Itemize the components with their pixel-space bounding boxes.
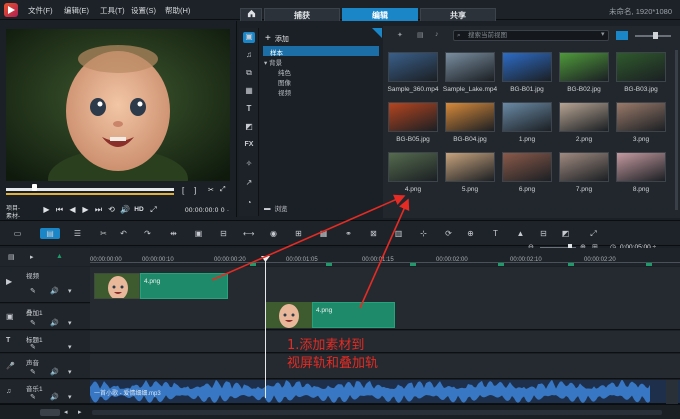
bottom-scrollbar: ◂ ▸ [0,404,680,419]
annotation-line-1: 1.添加素材到 [287,338,365,353]
zoom-thumb[interactable] [40,409,60,416]
annotation-text: 1.添加素材到 视屏轨和叠加轨 [287,337,378,373]
scroll-left-icon[interactable]: ◂ [64,408,68,416]
arrow-to-video-track [211,194,406,281]
scroll-right-icon[interactable]: ▸ [78,408,82,416]
arrow-to-overlay-track [359,198,410,309]
annotation-line-2: 视屏轨和叠加轨 [287,356,379,371]
timeline-hscrollbar[interactable] [92,410,662,415]
